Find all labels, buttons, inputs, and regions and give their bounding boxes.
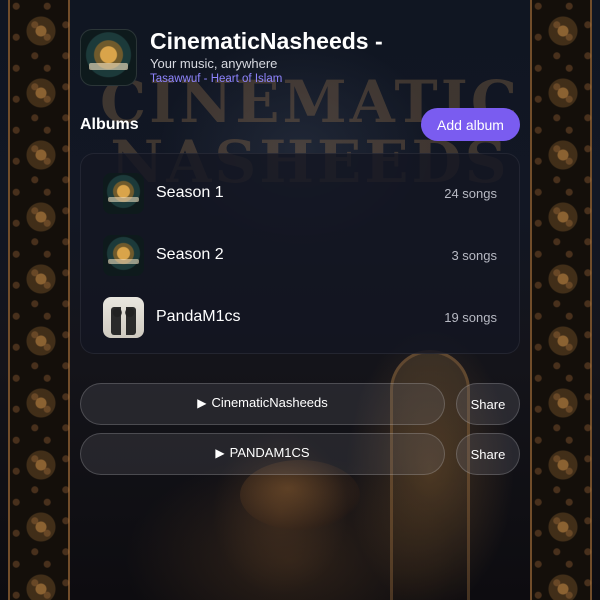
app-header: CinematicNasheeds - Your music, anywhere… (80, 28, 383, 86)
albums-heading: Albums (80, 116, 139, 133)
album-song-count: 19 songs (444, 309, 497, 325)
album-item-season-2[interactable]: Season 2 3 songs (103, 234, 497, 276)
album-cover-icon (103, 296, 144, 338)
album-song-count: 24 songs (444, 185, 497, 201)
share-button-cinematicnasheeds[interactable]: Share (456, 383, 520, 425)
add-album-button[interactable]: Add album (421, 108, 520, 141)
share-button-pandam1cs[interactable]: Share (456, 433, 520, 475)
playlist-label: CinematicNasheeds (211, 395, 328, 410)
album-list: Season 1 24 songs Season 2 3 songs Panda… (80, 153, 520, 354)
album-name: Season 2 (156, 246, 224, 263)
album-name: Season 1 (156, 184, 224, 201)
play-triangle-icon: ▶ (197, 395, 207, 410)
album-name: PandaM1cs (156, 308, 241, 325)
app-subtitle: Your music, anywhere (150, 56, 278, 71)
play-playlist-button-cinematicnasheeds[interactable]: ▶ CinematicNasheeds (80, 383, 445, 425)
now-playing-link[interactable]: Tasawwuf - Heart of Islam (150, 72, 383, 86)
app-title: CinematicNasheeds - (150, 28, 383, 54)
playlist-label: PANDAM1CS (229, 445, 310, 460)
header-text: CinematicNasheeds - Your music, anywhere… (150, 28, 383, 86)
album-cover-icon (103, 172, 144, 214)
ornamental-border-left (8, 0, 70, 600)
album-cover-icon (103, 234, 144, 276)
play-triangle-icon: ▶ (215, 445, 225, 460)
cinematic-nasheeds-logo-icon (80, 28, 137, 86)
album-item-pandam1cs[interactable]: PandaM1cs 19 songs (103, 296, 497, 338)
play-playlist-button-pandam1cs[interactable]: ▶ PANDAM1CS (80, 433, 445, 475)
album-item-season-1[interactable]: Season 1 24 songs (103, 172, 497, 214)
ornamental-border-right (530, 0, 592, 600)
album-song-count: 3 songs (451, 247, 497, 263)
